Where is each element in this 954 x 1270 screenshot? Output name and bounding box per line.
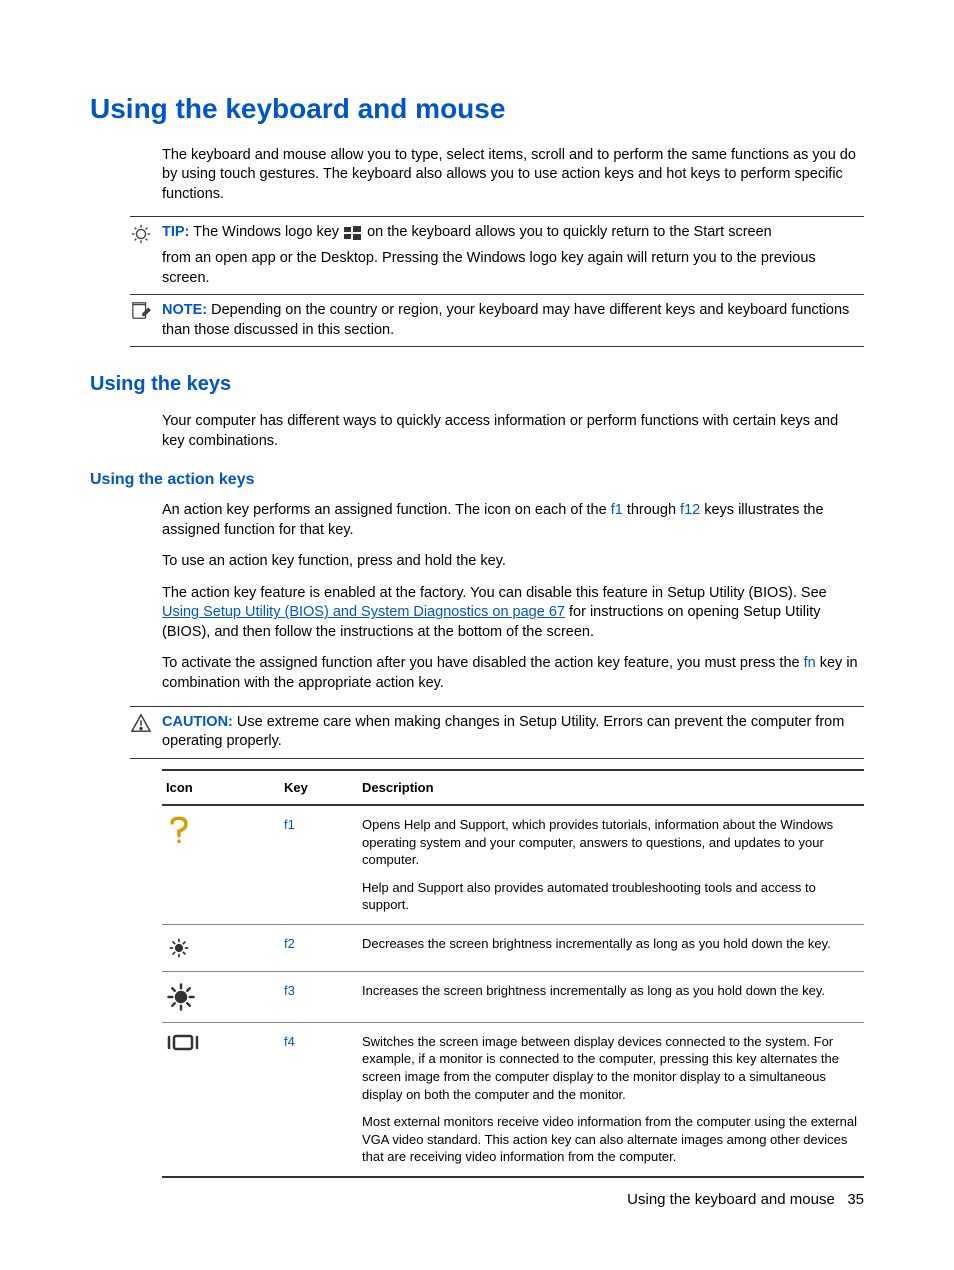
key-f2: f2 (280, 924, 358, 971)
page-footer: Using the keyboard and mouse 35 (627, 1190, 864, 1210)
desc-f3: Increases the screen brightness incremen… (358, 971, 864, 1022)
table-row: f3 Increases the screen brightness incre… (162, 971, 864, 1022)
action-keys-table: Icon Key Description f1 Opens Help and S… (162, 769, 864, 1178)
key-f3: f3 (280, 971, 358, 1022)
tip-text-pre: The Windows logo key (193, 224, 339, 240)
brightness-down-icon (162, 924, 280, 971)
windows-logo-icon (343, 225, 363, 241)
page-title: Using the keyboard and mouse (90, 90, 864, 128)
action-keys-p3: The action key feature is enabled at the… (162, 584, 864, 643)
desc-f4: Switches the screen image between displa… (358, 1022, 864, 1176)
action-keys-p4: To activate the assigned function after … (162, 654, 864, 693)
tip-text-post: on the keyboard allows you to quickly re… (367, 224, 772, 240)
action-keys-heading: Using the action keys (90, 469, 864, 491)
switch-display-icon (162, 1022, 280, 1176)
th-icon: Icon (162, 770, 280, 806)
note-text: Depending on the country or region, your… (162, 302, 849, 338)
note-label: NOTE: (162, 302, 207, 318)
tip-label: TIP: (162, 224, 189, 240)
table-row: f2 Decreases the screen brightness incre… (162, 924, 864, 971)
key-f1: f1 (280, 805, 358, 924)
table-row: f1 Opens Help and Support, which provide… (162, 805, 864, 924)
tip-continuation: from an open app or the Desktop. Pressin… (162, 249, 864, 288)
tip-callout: TIP: The Windows logo key on the keyboar… (130, 216, 864, 294)
bios-link[interactable]: Using Setup Utility (BIOS) and System Di… (162, 604, 565, 620)
using-keys-heading: Using the keys (90, 371, 864, 398)
th-key: Key (280, 770, 358, 806)
brightness-up-icon (162, 971, 280, 1022)
action-keys-p1: An action key performs an assigned funct… (162, 501, 864, 540)
note-callout: NOTE: Depending on the country or region… (130, 294, 864, 347)
th-desc: Description (358, 770, 864, 806)
caution-text: Use extreme care when making changes in … (162, 714, 844, 750)
help-icon (162, 805, 280, 924)
using-keys-text: Your computer has different ways to quic… (162, 412, 864, 451)
action-keys-p2: To use an action key function, press and… (162, 552, 864, 572)
table-row: f4 Switches the screen image between dis… (162, 1022, 864, 1176)
desc-f2: Decreases the screen brightness incremen… (358, 924, 864, 971)
tip-icon (130, 223, 154, 245)
caution-label: CAUTION: (162, 714, 233, 730)
note-icon (130, 301, 154, 321)
intro-paragraph: The keyboard and mouse allow you to type… (162, 146, 864, 205)
key-f4: f4 (280, 1022, 358, 1176)
caution-callout: CAUTION: Use extreme care when making ch… (130, 706, 864, 759)
desc-f1: Opens Help and Support, which provides t… (358, 805, 864, 924)
caution-icon (130, 713, 154, 733)
